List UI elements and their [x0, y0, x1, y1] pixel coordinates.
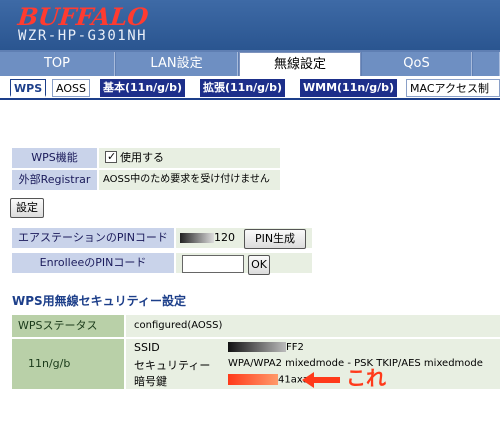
settings-button[interactable]: 設定	[10, 198, 44, 218]
tab-wireless-settings[interactable]: 無線設定	[239, 52, 361, 76]
key-redacted	[228, 374, 278, 385]
encryption-key-label: 暗号鍵	[134, 375, 167, 388]
ssid-suffix: FF2	[286, 342, 304, 353]
ssid-value: FF2	[228, 342, 304, 353]
wps-function-label: WPS機能	[12, 148, 97, 168]
wps-status-value: configured(AOSS)	[126, 315, 500, 337]
subtab-aoss[interactable]: AOSS	[52, 79, 90, 97]
wps-status-label: WPSステータス	[12, 315, 124, 337]
main-nav: TOP LAN設定 無線設定 QoS	[0, 50, 500, 76]
ssid-redacted	[228, 342, 286, 352]
security-label: セキュリティー	[134, 359, 211, 372]
app-header: BUFFALO WZR-HP-G301NH	[0, 0, 500, 50]
wps-enable-label: 使用する	[120, 151, 164, 164]
model-name: WZR-HP-G301NH	[18, 28, 148, 44]
annotation-arrow-shaft	[312, 377, 340, 383]
brand-logo: BUFFALO	[16, 2, 150, 31]
subtab-basic[interactable]: 基本(11n/g/b)	[100, 79, 185, 97]
subtab-wmm[interactable]: WMM(11n/g/b)	[300, 79, 398, 97]
ap-pin-redacted	[180, 233, 214, 243]
encryption-key-value: 41axa	[228, 374, 309, 386]
enrollee-ok-button[interactable]: OK	[248, 255, 270, 275]
ssid-label: SSID	[134, 341, 160, 354]
subtab-advanced[interactable]: 拡張(11n/g/b)	[200, 79, 285, 97]
external-registrar-value: AOSS中のため要求を受け付けません	[99, 170, 280, 190]
pin-generate-button[interactable]: PIN生成	[244, 229, 306, 249]
enrollee-pin-label: EnrolleeのPINコード	[12, 253, 174, 273]
band-label: 11n/g/b	[12, 339, 124, 389]
tab-overflow[interactable]	[473, 52, 500, 76]
annotation-text: これ	[346, 366, 386, 390]
band-details: SSID FF2 セキュリティー WPA/WPA2 mixedmode - PS…	[126, 339, 500, 389]
tab-lan-settings[interactable]: LAN設定	[116, 52, 238, 76]
sub-nav: WPS AOSS 基本(11n/g/b) 拡張(11n/g/b) WMM(11n…	[0, 76, 500, 100]
annotation-arrow-icon	[302, 372, 314, 388]
wps-function-cell: 使用する	[99, 147, 280, 168]
wps-enable-checkbox[interactable]	[105, 147, 117, 167]
tab-qos[interactable]: QoS	[362, 52, 472, 76]
tab-top[interactable]: TOP	[0, 52, 115, 76]
security-section-title: WPS用無線セキュリティー設定	[12, 294, 186, 308]
subtab-mac-access[interactable]: MACアクセス制	[406, 79, 500, 97]
ap-pin-suffix: 120	[214, 231, 235, 244]
subtab-wps[interactable]: WPS	[10, 79, 47, 97]
ap-pin-label: エアステーションのPINコード	[12, 228, 174, 248]
enrollee-pin-input[interactable]	[182, 255, 244, 273]
external-registrar-label: 外部Registrar	[12, 170, 97, 190]
